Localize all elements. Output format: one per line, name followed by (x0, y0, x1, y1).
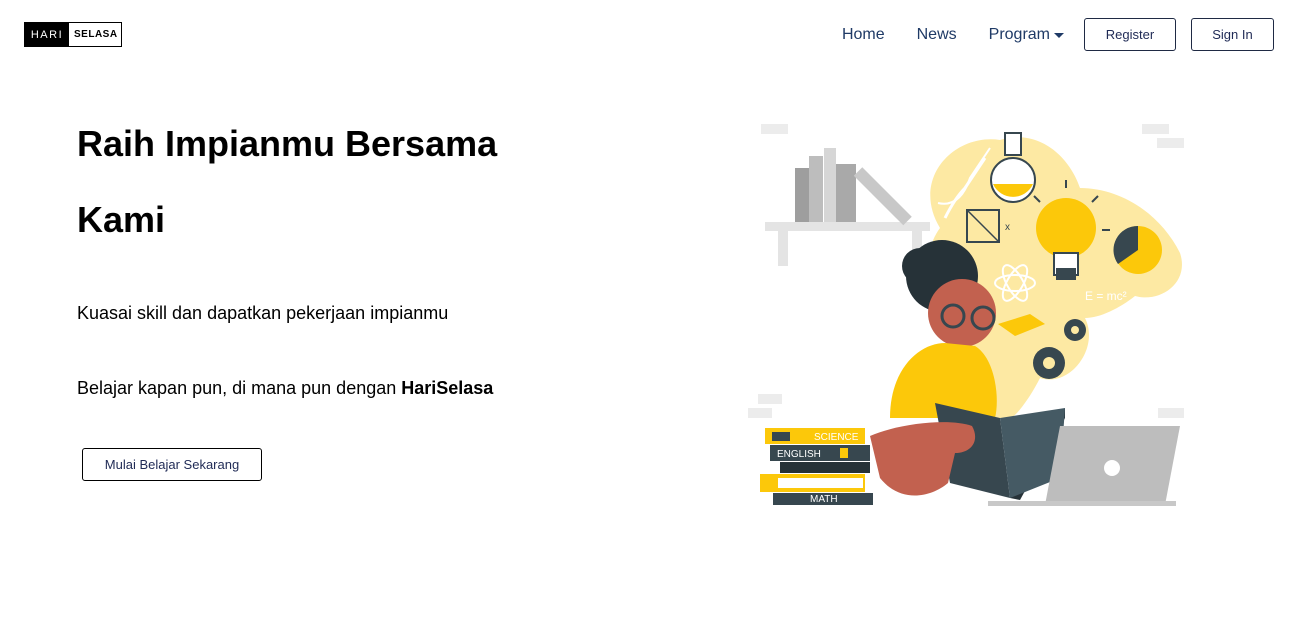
nav-home-link[interactable]: Home (842, 26, 885, 44)
logo[interactable]: HARI SELASA (24, 22, 122, 47)
book-science-label: SCIENCE (814, 432, 859, 443)
nav-program-label: Program (988, 25, 1050, 43)
tagline-brand: HariSelasa (401, 378, 494, 398)
nav-news-link[interactable]: News (917, 26, 957, 44)
start-learning-button[interactable]: Mulai Belajar Sekarang (82, 448, 262, 481)
register-button[interactable]: Register (1084, 18, 1176, 51)
tagline-prefix: Belajar kapan pun, di mana pun dengan (77, 378, 402, 398)
logo-part-selasa: SELASA (74, 29, 118, 40)
book-math-label: MATH (810, 494, 838, 505)
svg-text:x: x (1005, 222, 1010, 233)
sign-in-button[interactable]: Sign In (1191, 18, 1274, 51)
logo-part-hari: HARI (25, 23, 69, 46)
student-reading-illustration: x E = mc² SCIENCE ENGLISH MATH (748, 124, 1184, 506)
top-navigation: Home News Program Register Sign In (842, 18, 1274, 51)
formula-text: E = mc² (1085, 289, 1127, 303)
book-english-label: ENGLISH (777, 449, 821, 460)
nav-program-dropdown[interactable]: Program (989, 26, 1064, 44)
hero-tagline: Belajar kapan pun, di mana pun dengan Ha… (77, 378, 493, 399)
hero-subtitle: Kuasai skill dan dapatkan pekerjaan impi… (77, 303, 449, 323)
hero-title: Raih Impianmu Bersama Kami (77, 123, 498, 240)
caret-down-icon (1054, 32, 1064, 38)
